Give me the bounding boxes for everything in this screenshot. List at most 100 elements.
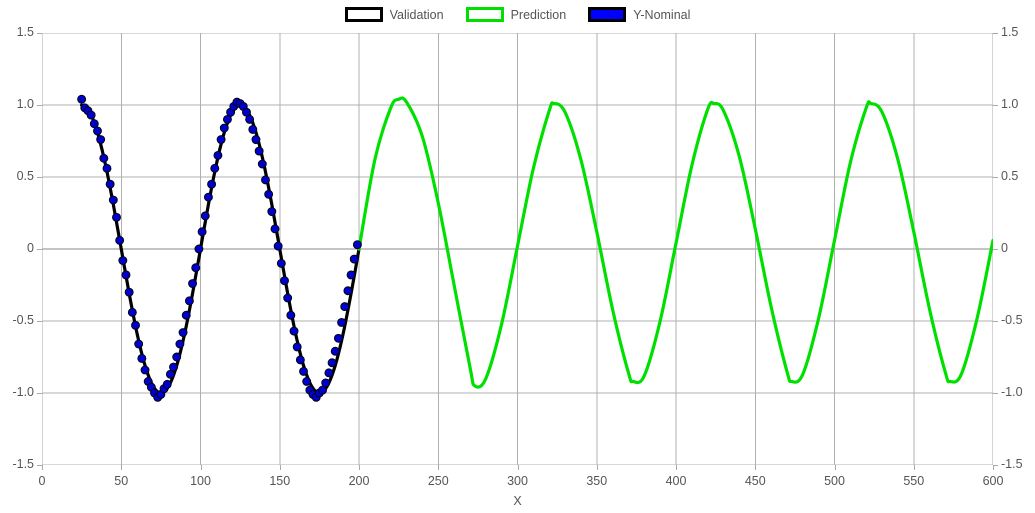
chart-legend: Validation Prediction Y-Nominal: [0, 7, 1035, 22]
scatter-point: [184, 296, 194, 306]
scatter-point: [175, 339, 185, 349]
x-axis-tick-label: 250: [427, 474, 449, 488]
tick-mark: [993, 465, 994, 470]
scatter-point: [121, 270, 131, 280]
scatter-point: [108, 195, 118, 205]
scatter-point: [299, 366, 308, 376]
tick-mark: [42, 465, 43, 470]
legend-swatch-validation-icon: [344, 7, 383, 22]
y-axis-left-tick-label: 1.0: [16, 97, 34, 111]
scatter-point: [280, 276, 289, 286]
scatter-point: [200, 211, 210, 221]
scatter-point: [169, 362, 179, 372]
y-axis-right-tick-label: -0.5: [1001, 313, 1023, 327]
y-axis-right-tick-label: 1.5: [1001, 25, 1019, 39]
scatter-point: [131, 320, 140, 330]
scatter-point: [207, 179, 217, 189]
tick-mark: [37, 33, 42, 34]
tick-mark: [517, 465, 519, 470]
scatter-point: [270, 224, 280, 234]
scatter-point: [102, 163, 112, 173]
legend-swatch-prediction-icon: [465, 7, 504, 22]
x-axis-tick-label: 200: [348, 474, 370, 488]
scatter-point: [86, 110, 96, 120]
tick-mark: [834, 465, 836, 470]
y-axis-left-tick-label: -0.5: [12, 313, 34, 327]
scatter-point: [337, 317, 347, 327]
tick-mark: [993, 321, 998, 322]
scatter-point: [210, 163, 220, 173]
plot-svg: [42, 33, 993, 465]
scatter-point: [245, 114, 255, 124]
tick-mark: [993, 393, 998, 394]
scatter-point: [251, 135, 261, 145]
scatter-point: [286, 310, 296, 320]
tick-mark: [913, 465, 915, 470]
legend-item-prediction[interactable]: Prediction: [465, 7, 567, 22]
scatter-point: [302, 377, 312, 386]
scatter-point: [112, 212, 121, 222]
tick-mark: [596, 465, 598, 470]
scatter-point: [197, 227, 207, 237]
y-axis-left-tick-label: -1.0: [12, 385, 34, 399]
scatter-point: [273, 241, 283, 251]
scatter-point: [254, 146, 264, 156]
x-axis-tick-label: 300: [507, 474, 528, 488]
scatter-point: [292, 342, 302, 352]
scatter-point: [324, 368, 334, 378]
scatter-point: [346, 270, 356, 280]
x-axis-tick-label: 600: [982, 474, 1004, 488]
tick-mark: [37, 105, 42, 106]
scatter-point: [134, 339, 144, 349]
scatter-point: [96, 135, 106, 145]
tick-mark: [37, 321, 42, 322]
x-axis-tick-label: 350: [586, 474, 608, 488]
tick-mark: [200, 465, 202, 470]
y-axis-right-tick-label: -1.5: [1001, 457, 1023, 471]
legend-item-validation[interactable]: Validation: [344, 7, 444, 22]
scatter-point: [352, 240, 362, 250]
legend-item-y-nominal[interactable]: Y-Nominal: [588, 7, 690, 22]
scatter-point: [127, 307, 137, 317]
x-axis-tick-label: 400: [665, 474, 687, 488]
plot-area: [42, 33, 993, 465]
y-axis-left-tick-label: -1.5: [12, 457, 34, 471]
scatter-point: [181, 310, 191, 320]
x-axis-tick-label: 0: [38, 474, 46, 488]
x-axis-tick-label: 500: [824, 474, 845, 488]
scatter-point: [333, 333, 343, 343]
scatter-point: [264, 189, 274, 199]
scatter-point: [248, 125, 258, 134]
scatter-point: [178, 328, 188, 337]
scatter-point: [191, 263, 201, 273]
scatter-point: [93, 126, 102, 136]
scatter-point: [289, 326, 299, 336]
y-axis-left-tick-label: 0: [27, 241, 34, 255]
tick-mark: [37, 177, 42, 178]
scatter-point: [188, 279, 198, 289]
scatter-point: [219, 123, 229, 133]
legend-label-y-nominal: Y-Nominal: [633, 7, 691, 22]
scatter-point: [343, 286, 353, 296]
tick-mark: [37, 249, 42, 250]
y-axis-right-tick-label: 0: [1001, 241, 1008, 255]
scatter-point: [330, 346, 340, 356]
tick-mark: [359, 465, 360, 470]
scatter-point: [118, 256, 128, 265]
y-axis-left-tick-label: 1.5: [16, 25, 34, 39]
tick-mark: [438, 465, 440, 470]
scatter-point: [124, 287, 134, 297]
scatter-point: [77, 94, 87, 104]
tick-mark: [121, 465, 123, 470]
y-axis-right-tick-label: 0.5: [1001, 169, 1019, 183]
legend-label-prediction: Prediction: [510, 7, 567, 22]
tick-mark: [755, 465, 757, 470]
legend-label-validation: Validation: [389, 7, 444, 22]
tick-mark: [993, 33, 998, 34]
x-axis-tick-label: 550: [903, 474, 925, 488]
scatter-point: [321, 378, 331, 388]
scatter-point: [257, 159, 267, 169]
scatter-point: [162, 379, 172, 389]
scatter-point: [203, 192, 213, 202]
tick-mark: [993, 249, 998, 250]
